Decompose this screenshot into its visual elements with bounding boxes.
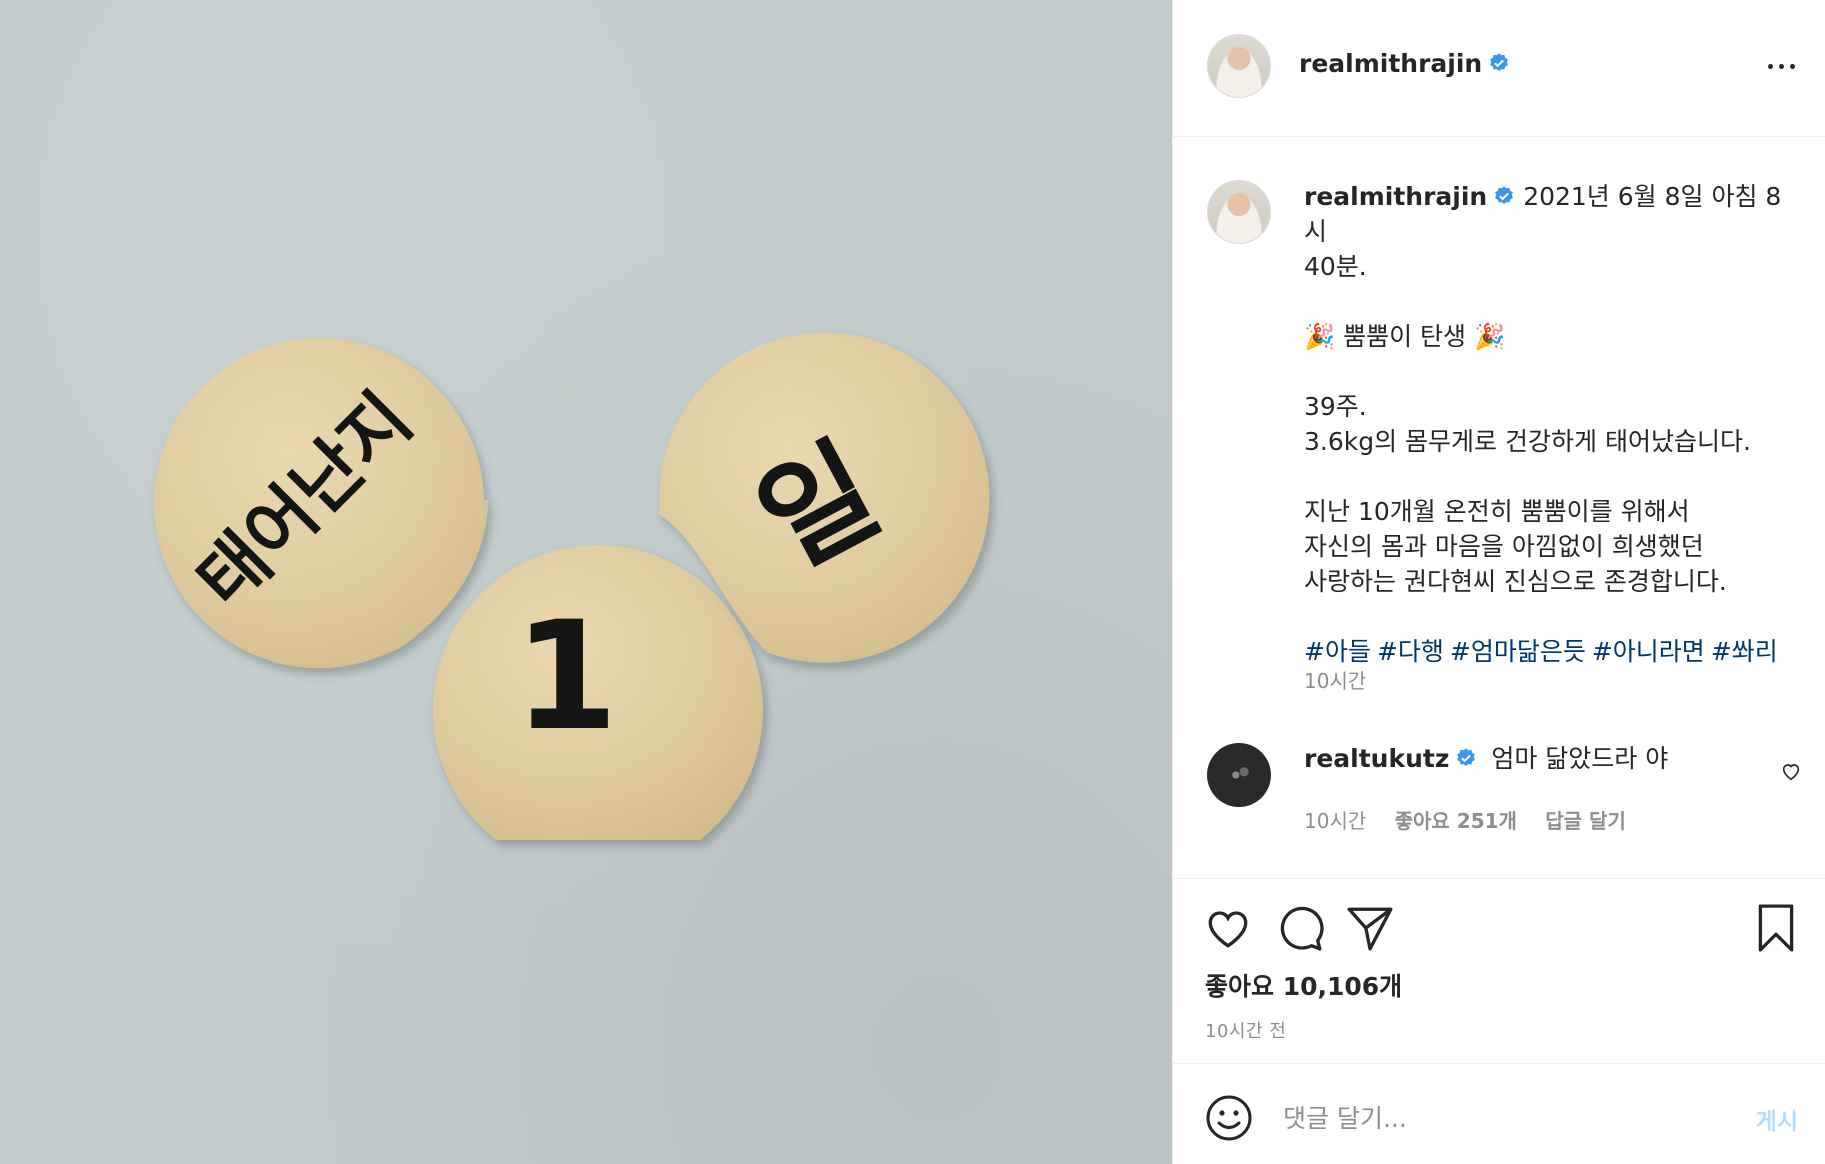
comment: realtukutz 엄마 닮았드라 야	[1304, 739, 1668, 775]
disc-center-text: 1	[514, 590, 618, 764]
comment-time[interactable]: 10시간	[1304, 809, 1366, 833]
post-photo[interactable]: 태어난지 1 일	[0, 0, 1172, 1164]
post-timestamp[interactable]: 10시간 전	[1205, 1017, 1286, 1043]
caption-username[interactable]: realmithrajin	[1304, 182, 1487, 211]
share-send-icon[interactable]	[1345, 903, 1395, 953]
caption-birth-line: 🎉 뿜뿜이 탄생 🎉	[1304, 322, 1506, 351]
caption-weeks: 39주.	[1304, 392, 1367, 421]
photo-illustration: 태어난지 1 일	[154, 332, 990, 840]
caption-author-avatar[interactable]	[1207, 180, 1271, 244]
post-comment-button[interactable]: 게시	[1756, 1102, 1798, 1136]
hashtag-link[interactable]: #아니라면	[1592, 637, 1705, 666]
commenter-avatar[interactable]	[1207, 743, 1271, 807]
author-username-link[interactable]: realmithrajin	[1299, 49, 1510, 78]
post-header: realmithrajin	[1173, 0, 1825, 137]
commenter-username[interactable]: realtukutz	[1304, 744, 1449, 773]
hashtag-link[interactable]: #다행	[1377, 637, 1444, 666]
comment-text: 엄마 닮았드라 야	[1491, 744, 1669, 773]
caption-time[interactable]: 10시간	[1304, 665, 1366, 694]
caption-line-2: 40분.	[1304, 252, 1367, 281]
verified-badge-icon	[1457, 748, 1476, 766]
bookmark-save-icon[interactable]	[1751, 903, 1801, 953]
comment-meta: 10시간 좋아요 251개 답글 달기	[1304, 805, 1648, 834]
comment-like-heart-icon[interactable]	[1780, 760, 1802, 782]
add-comment-bar: 게시	[1173, 1064, 1825, 1164]
more-options-icon[interactable]	[1768, 54, 1798, 78]
comment-bubble-icon[interactable]	[1275, 903, 1325, 953]
hashtag-link[interactable]: #엄마닮은듯	[1450, 637, 1586, 666]
verified-badge-icon	[1490, 53, 1509, 71]
author-avatar[interactable]	[1207, 34, 1271, 98]
post-likes-count[interactable]: 좋아요 10,106개	[1205, 967, 1402, 1003]
like-heart-icon[interactable]	[1203, 903, 1253, 953]
post-caption: realmithrajin 2021년 6월 8일 아침 8시 40분. 🎉 뿜…	[1304, 179, 1804, 669]
reply-button[interactable]: 답글 달기	[1545, 809, 1626, 833]
hashtag-link[interactable]: #쏴리	[1711, 637, 1778, 666]
caption-thanks-1: 지난 10개월 온전히 뿜뿜이를 위해서	[1304, 497, 1690, 526]
emoji-picker-icon[interactable]	[1205, 1094, 1253, 1142]
comments-section: realmithrajin 2021년 6월 8일 아침 8시 40분. 🎉 뿜…	[1173, 137, 1825, 879]
caption-thanks-2: 자신의 몸과 마음을 아낌없이 희생했던	[1304, 532, 1704, 561]
hashtag-link[interactable]: #아들	[1304, 637, 1371, 666]
comment-likes[interactable]: 좋아요 251개	[1395, 809, 1517, 833]
caption-thanks-3: 사랑하는 권다현씨 진심으로 존경합니다.	[1304, 567, 1727, 596]
hashtag-list: #아들 #다행 #엄마닮은듯 #아니라면 #쏴리	[1304, 634, 1804, 669]
verified-badge-icon	[1495, 186, 1514, 204]
author-username[interactable]: realmithrajin	[1299, 49, 1482, 78]
comment-input[interactable]	[1283, 1094, 1713, 1142]
post-side-panel: realmithrajin realmithrajin 2021년 6월 8일 …	[1172, 0, 1825, 1164]
post-actions: 좋아요 10,106개 10시간 전	[1173, 879, 1825, 1064]
caption-weight: 3.6kg의 몸무게로 건강하게 태어났습니다.	[1304, 427, 1751, 456]
